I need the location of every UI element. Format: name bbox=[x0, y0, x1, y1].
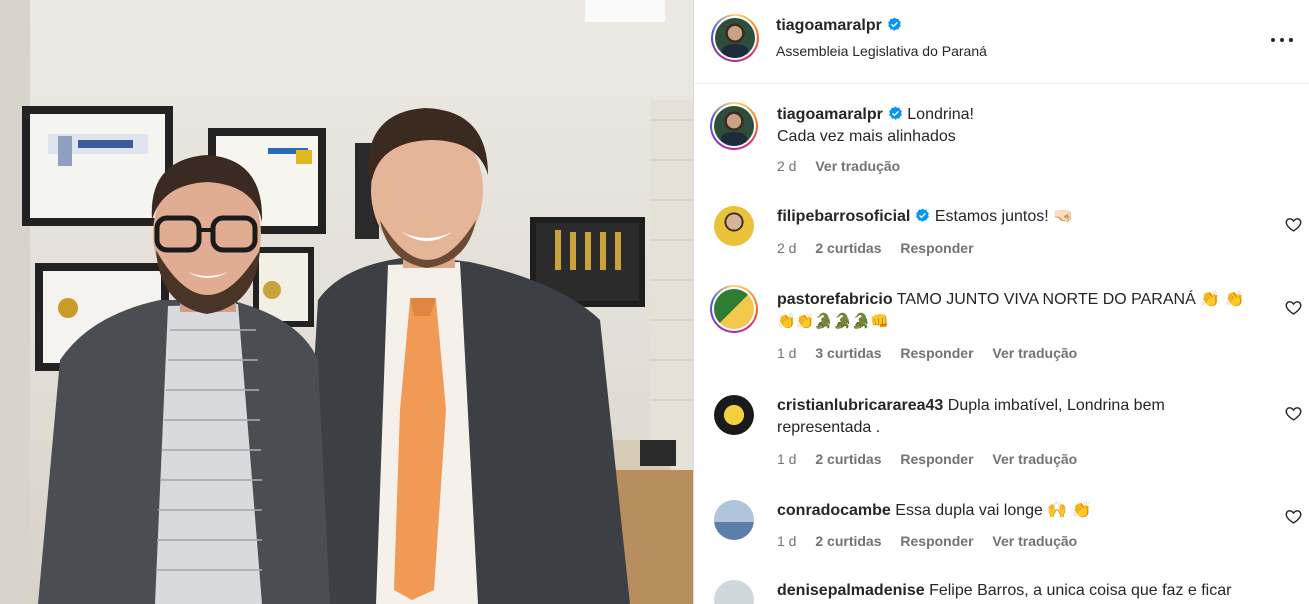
comment-likes[interactable]: 3 curtidas bbox=[815, 345, 881, 361]
comment-username[interactable]: conradocambe bbox=[777, 502, 891, 519]
comment-username[interactable]: tiagoamaralpr bbox=[777, 106, 883, 123]
comment-item: filipebarrosoficial Estamos juntos! 🤜🏻 2… bbox=[694, 206, 1309, 266]
translate-link[interactable]: Ver tradução bbox=[815, 158, 900, 174]
post-location[interactable]: Assembleia Legislativa do Paraná bbox=[776, 43, 987, 59]
heart-icon[interactable] bbox=[1285, 299, 1302, 316]
avatar[interactable] bbox=[714, 395, 754, 435]
post-caption: tiagoamaralpr Londrina! Cada vez mais al… bbox=[694, 102, 1309, 184]
reply-button[interactable]: Responder bbox=[900, 240, 973, 256]
comment-text-emoji: 👏👏🐊🐊🐊👊 bbox=[777, 313, 890, 330]
verified-badge-icon bbox=[887, 17, 901, 31]
comment-text: Dupla imbatível, Londrina bem bbox=[947, 397, 1165, 414]
avatar[interactable] bbox=[714, 500, 754, 540]
more-options-icon[interactable] bbox=[1270, 28, 1296, 52]
reply-button[interactable]: Responder bbox=[900, 451, 973, 467]
reply-button[interactable]: Responder bbox=[900, 345, 973, 361]
verified-badge-icon bbox=[916, 208, 930, 222]
comment-text: Felipe Barros, a unica coisa que faz e f… bbox=[929, 582, 1232, 599]
caption-line-1: Londrina! bbox=[907, 106, 974, 123]
comments-panel: tiagoamaralpr Assembleia Legislativa do … bbox=[693, 0, 1309, 604]
translate-link[interactable]: Ver tradução bbox=[992, 345, 1077, 361]
translate-link[interactable]: Ver tradução bbox=[992, 451, 1077, 467]
comment-likes[interactable]: 2 curtidas bbox=[815, 451, 881, 467]
comment-likes[interactable]: 2 curtidas bbox=[815, 240, 881, 256]
comment-item: cristianlubricararea43 Dupla imbatível, … bbox=[694, 395, 1309, 475]
comment-likes[interactable]: 2 curtidas bbox=[815, 533, 881, 549]
post-photo[interactable] bbox=[0, 0, 693, 604]
avatar[interactable] bbox=[714, 580, 754, 604]
comment-item: denisepalmadenise Felipe Barros, a unica… bbox=[694, 580, 1309, 604]
comment-time[interactable]: 2 d bbox=[777, 158, 796, 174]
caption-line-2: Cada vez mais alinhados bbox=[777, 128, 956, 145]
photo-illustration bbox=[0, 0, 693, 604]
avatar[interactable] bbox=[714, 206, 754, 246]
comment-username[interactable]: filipebarrosoficial bbox=[777, 208, 910, 225]
avatar[interactable] bbox=[715, 18, 755, 58]
comment-time[interactable]: 2 d bbox=[777, 240, 796, 256]
heart-icon[interactable] bbox=[1285, 405, 1302, 422]
post-author[interactable]: tiagoamaralpr bbox=[776, 17, 902, 35]
comment-username[interactable]: pastorefabricio bbox=[777, 291, 893, 308]
comment-text: Essa dupla vai longe 🙌 👏 bbox=[895, 502, 1092, 519]
post-author-name[interactable]: tiagoamaralpr bbox=[776, 17, 882, 34]
comment-username[interactable]: cristianlubricararea43 bbox=[777, 397, 943, 414]
comment-time[interactable]: 1 d bbox=[777, 345, 796, 361]
comment-item: conradocambe Essa dupla vai longe 🙌 👏 1 … bbox=[694, 500, 1309, 560]
translate-link[interactable]: Ver tradução bbox=[992, 533, 1077, 549]
comment-time[interactable]: 1 d bbox=[777, 451, 796, 467]
comment-time[interactable]: 1 d bbox=[777, 533, 796, 549]
heart-icon[interactable] bbox=[1285, 508, 1302, 525]
comment-username[interactable]: denisepalmadenise bbox=[777, 582, 925, 599]
avatar[interactable] bbox=[714, 106, 754, 146]
avatar[interactable] bbox=[714, 289, 754, 329]
comment-text: TAMO JUNTO VIVA NORTE DO PARANÁ 👏 👏 bbox=[896, 291, 1245, 308]
reply-button[interactable]: Responder bbox=[900, 533, 973, 549]
verified-badge-icon bbox=[888, 106, 902, 120]
comment-item: pastorefabricio TAMO JUNTO VIVA NORTE DO… bbox=[694, 285, 1309, 369]
heart-icon[interactable] bbox=[1285, 216, 1302, 233]
comment-text: Estamos juntos! 🤜🏻 bbox=[934, 208, 1074, 225]
comment-text-line-2: representada . bbox=[777, 419, 881, 436]
post-header: tiagoamaralpr Assembleia Legislativa do … bbox=[694, 0, 1309, 84]
